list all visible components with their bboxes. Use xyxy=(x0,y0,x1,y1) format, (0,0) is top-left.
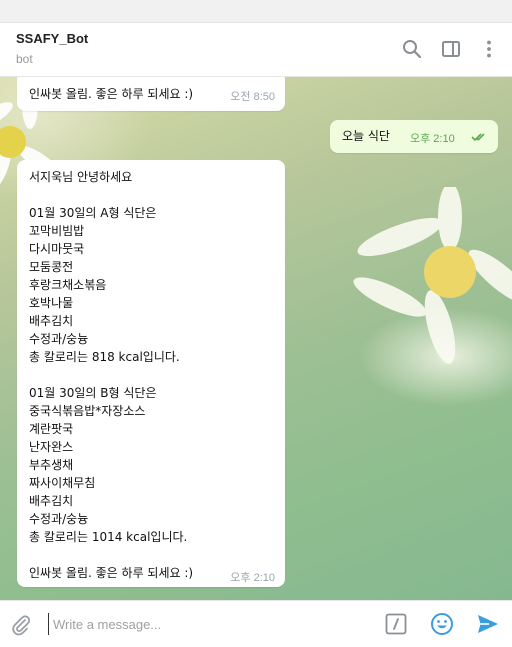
message-line: 난자완스 xyxy=(29,440,74,454)
paperclip-icon[interactable] xyxy=(10,614,32,636)
message-time: 오후 2:10 xyxy=(410,133,455,145)
message-line: 계란팟국 xyxy=(29,422,74,436)
bot-command-icon[interactable] xyxy=(385,613,407,635)
message-line: 중국식볶음밥*자장소스 xyxy=(29,404,146,418)
message-line: 수정과/숭늉 xyxy=(29,512,89,526)
message-input[interactable] xyxy=(48,613,373,635)
sidebar-toggle-icon[interactable] xyxy=(441,39,461,59)
message-line: 호박나물 xyxy=(29,296,74,310)
message-line: 01월 30일의 A형 식단은 xyxy=(29,206,157,220)
message-line: 총 칼로리는 818 kcal입니다. xyxy=(29,350,180,364)
chat-title[interactable]: SSAFY_Bot xyxy=(16,31,88,46)
message-line xyxy=(29,546,193,564)
chat-header: SSAFY_Bot bot xyxy=(0,23,512,77)
chat-history[interactable]: 인싸봇 올림. 좋은 하루 되세요 :) 오전 8:50 오늘 식단 오후 2:… xyxy=(0,77,512,600)
message-line: 서지욱님 안녕하세요 xyxy=(29,170,133,184)
send-icon[interactable] xyxy=(476,613,500,635)
more-vertical-icon[interactable] xyxy=(479,39,499,59)
message-line: 수정과/숭늉 xyxy=(29,332,89,346)
message-line: 꼬막비빔밥 xyxy=(29,224,85,238)
message-time: 오후 2:10 xyxy=(230,572,275,584)
message-text: 인싸봇 올림. 좋은 하루 되세요 :) xyxy=(29,87,194,101)
message-line: 모둠콩전 xyxy=(29,260,74,274)
message-text-block: 서지욱님 안녕하세요 01월 30일의 A형 식단은꼬막비빔밥다시마뭇국모둠콩전후… xyxy=(29,168,193,582)
message-line: 총 칼로리는 1014 kcal입니다. xyxy=(29,530,188,544)
wallpaper-flower-right xyxy=(353,187,512,364)
message-text: 오늘 식단 xyxy=(342,129,390,143)
window-top-strip xyxy=(0,0,512,23)
message-line: 후랑크채소볶음 xyxy=(29,278,107,292)
message-time: 오전 8:50 xyxy=(230,91,275,103)
emoji-icon[interactable] xyxy=(430,612,454,636)
message-line: 01월 30일의 B형 식단은 xyxy=(29,386,157,400)
composer-bar xyxy=(0,600,512,647)
read-double-check-icon xyxy=(471,133,485,142)
message-line: 짜사이채무침 xyxy=(29,476,96,490)
message-line: 부추생채 xyxy=(29,458,74,472)
message-line: 다시마뭇국 xyxy=(29,242,85,256)
message-line xyxy=(29,366,193,384)
chat-subtitle: bot xyxy=(16,52,33,66)
message-bubble-incoming[interactable]: 서지욱님 안녕하세요 01월 30일의 A형 식단은꼬막비빔밥다시마뭇국모둠콩전후… xyxy=(17,160,285,587)
search-icon[interactable] xyxy=(402,39,422,59)
message-bubble-outgoing[interactable]: 오늘 식단 오후 2:10 xyxy=(330,120,498,153)
message-line: 배추김치 xyxy=(29,494,74,508)
message-line xyxy=(29,186,193,204)
message-bubble-incoming[interactable]: 인싸봇 올림. 좋은 하루 되세요 :) 오전 8:50 xyxy=(17,77,285,111)
message-line: 배추김치 xyxy=(29,314,74,328)
message-line: 인싸봇 올림. 좋은 하루 되세요 :) xyxy=(29,566,194,580)
